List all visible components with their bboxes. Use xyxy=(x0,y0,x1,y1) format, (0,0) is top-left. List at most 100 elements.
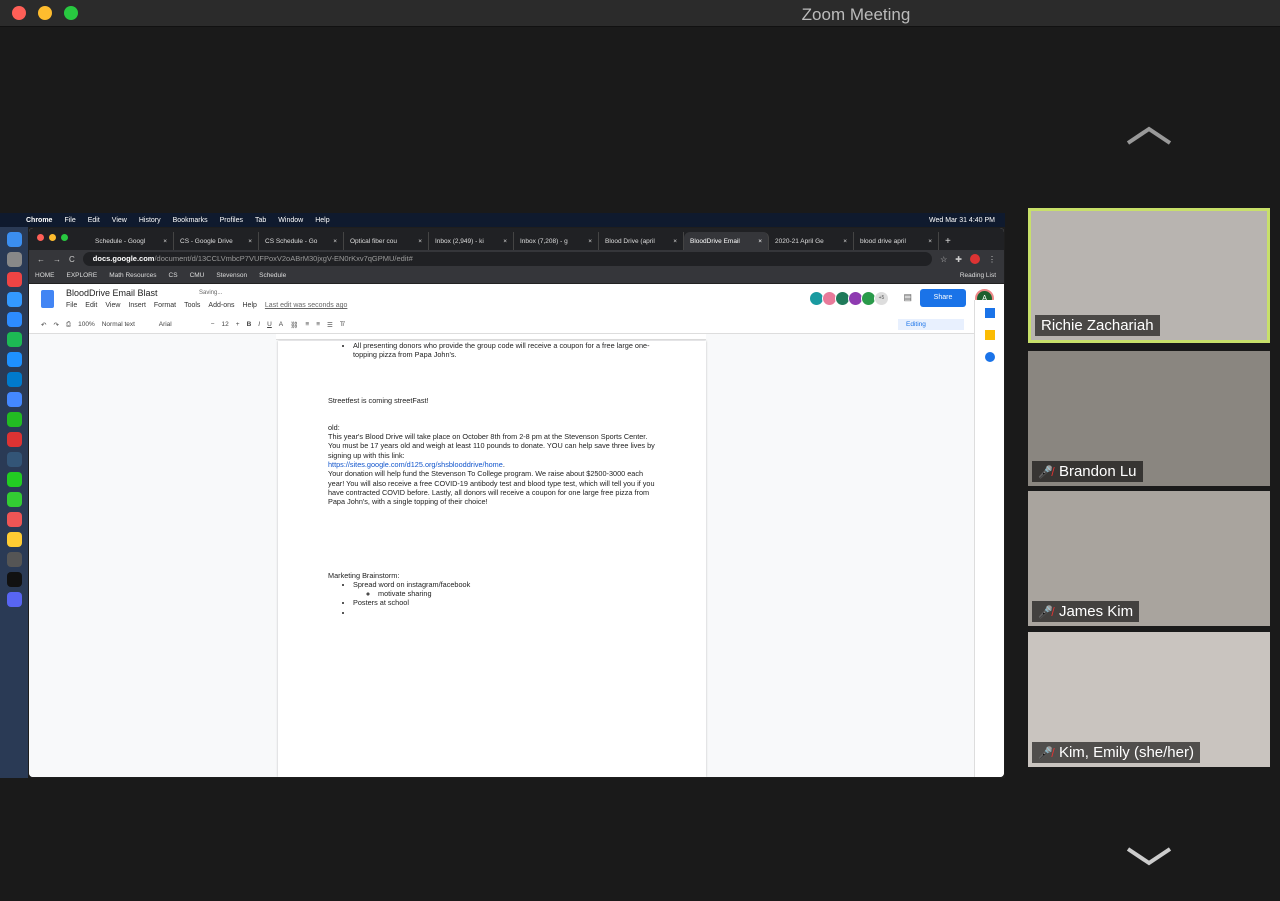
tab[interactable]: blood drive april × xyxy=(854,232,939,250)
docs-menu-addons[interactable]: Add-ons xyxy=(208,302,234,309)
reload-icon[interactable]: C xyxy=(69,255,75,264)
calendar-icon[interactable] xyxy=(984,308,995,318)
launchpad-icon[interactable] xyxy=(6,252,22,267)
align-center-icon[interactable]: ≡ xyxy=(316,321,320,328)
tab[interactable]: Blood Drive (april × xyxy=(599,232,684,250)
style-select[interactable]: Normal text xyxy=(102,321,152,328)
participant-tile[interactable]: 🎤̸ Brandon Lu xyxy=(1028,351,1270,486)
star-icon[interactable]: ☆ xyxy=(940,255,947,264)
close-icon[interactable]: × xyxy=(588,238,592,245)
app-icon[interactable] xyxy=(6,412,22,427)
close-icon[interactable]: × xyxy=(163,238,167,245)
docs-logo-icon[interactable] xyxy=(41,290,54,308)
safari-icon[interactable] xyxy=(6,292,22,307)
bookmark[interactable]: CMU xyxy=(190,272,205,279)
docs-menu-format[interactable]: Format xyxy=(154,302,176,309)
close-icon[interactable]: × xyxy=(418,238,422,245)
tab[interactable]: CS Schedule - Go × xyxy=(259,232,344,250)
participant-tile[interactable]: 🎤̸ Kim, Emily (she/her) xyxy=(1028,632,1270,767)
tab[interactable]: Inbox (7,208) - g × xyxy=(514,232,599,250)
doc-page[interactable]: All presenting donors who provide the gr… xyxy=(278,341,706,777)
menu-view[interactable]: View xyxy=(112,217,127,224)
share-button[interactable]: Share xyxy=(920,289,966,307)
tab[interactable]: 2020-21 April Ge × xyxy=(769,232,854,250)
close-icon[interactable]: × xyxy=(843,238,847,245)
more-icon[interactable]: ⋮ xyxy=(988,255,996,264)
calendar-icon[interactable] xyxy=(6,512,22,527)
chrome-icon[interactable] xyxy=(6,272,22,287)
menu-profiles[interactable]: Profiles xyxy=(220,217,243,224)
doc-title[interactable]: BloodDrive Email Blast xyxy=(66,288,158,298)
clear-format-icon[interactable]: T̸ xyxy=(340,321,344,328)
zoom-select[interactable]: 100% xyxy=(78,321,95,328)
bold-icon[interactable]: B xyxy=(247,321,252,328)
new-tab-button[interactable]: + xyxy=(945,236,951,247)
close-icon[interactable]: × xyxy=(503,238,507,245)
bookmark[interactable]: HOME xyxy=(35,272,55,279)
spotify-icon[interactable] xyxy=(6,332,22,347)
facetime-icon[interactable] xyxy=(6,472,22,487)
bookmark[interactable]: CS xyxy=(169,272,178,279)
underline-icon[interactable]: U xyxy=(267,321,272,328)
align-left-icon[interactable]: ≡ xyxy=(305,321,309,328)
text-color-icon[interactable]: A xyxy=(279,321,283,328)
increase-size-icon[interactable]: + xyxy=(236,321,240,328)
messages-icon[interactable] xyxy=(6,492,22,507)
tasks-icon[interactable] xyxy=(984,352,995,362)
print-icon[interactable]: ⎙ xyxy=(66,321,71,329)
app-icon[interactable] xyxy=(6,452,22,467)
close-icon[interactable]: × xyxy=(758,238,762,245)
ruler[interactable] xyxy=(276,334,706,340)
minimize-button[interactable] xyxy=(49,234,56,241)
app-store-icon[interactable] xyxy=(6,352,22,367)
extensions-icon[interactable]: ✚ xyxy=(955,255,962,264)
url-input[interactable]: docs.google.com/document/d/13CCLVmbcP7VU… xyxy=(82,252,933,266)
app-icon[interactable] xyxy=(6,392,22,407)
bulleted-list-icon[interactable]: ☰ xyxy=(327,321,333,329)
profile-icon[interactable] xyxy=(970,254,980,264)
bookmark[interactable]: Stevenson xyxy=(216,272,247,279)
menu-bookmarks[interactable]: Bookmarks xyxy=(173,217,208,224)
finder-icon[interactable] xyxy=(6,232,22,247)
more-collaborators[interactable]: +5 xyxy=(874,291,889,306)
comments-icon[interactable]: ▤ xyxy=(903,292,912,303)
zoom-icon[interactable] xyxy=(6,312,22,327)
participant-tile[interactable]: Richie Zachariah xyxy=(1028,208,1270,343)
menu-chrome[interactable]: Chrome xyxy=(26,217,52,224)
font-select[interactable]: Arial xyxy=(159,321,204,328)
settings-icon[interactable] xyxy=(6,552,22,567)
keep-icon[interactable] xyxy=(984,330,995,340)
menu-file[interactable]: File xyxy=(64,217,75,224)
italic-icon[interactable]: I xyxy=(258,321,260,328)
docs-menu-edit[interactable]: Edit xyxy=(85,302,97,309)
decrease-size-icon[interactable]: − xyxy=(211,321,215,328)
reading-list[interactable]: Reading List xyxy=(960,272,1004,279)
link-icon[interactable]: ⛓ xyxy=(290,321,298,329)
scroll-down-icon[interactable] xyxy=(1126,846,1172,866)
menu-history[interactable]: History xyxy=(139,217,161,224)
tab[interactable]: Inbox (2,949) - ki × xyxy=(429,232,514,250)
tab[interactable]: Optical fiber cou × xyxy=(344,232,429,250)
notes-icon[interactable] xyxy=(6,532,22,547)
close-icon[interactable]: × xyxy=(248,238,252,245)
menu-window[interactable]: Window xyxy=(278,217,303,224)
terminal-icon[interactable] xyxy=(6,572,22,587)
bookmark[interactable]: EXPLORE xyxy=(67,272,98,279)
close-icon[interactable]: × xyxy=(673,238,677,245)
docs-menu-help[interactable]: Help xyxy=(243,302,257,309)
participant-tile[interactable]: 🎤̸ James Kim xyxy=(1028,491,1270,626)
app-icon[interactable] xyxy=(6,432,22,447)
redo-icon[interactable]: ↷ xyxy=(53,321,58,329)
discord-icon[interactable] xyxy=(6,592,22,607)
bookmark[interactable]: Math Resources xyxy=(109,272,156,279)
bookmark[interactable]: Schedule xyxy=(259,272,286,279)
menu-edit[interactable]: Edit xyxy=(88,217,100,224)
maximize-button[interactable] xyxy=(61,234,68,241)
editing-mode-select[interactable]: Editing xyxy=(898,319,964,330)
tab[interactable]: CS - Google Drive × xyxy=(174,232,259,250)
close-icon[interactable]: × xyxy=(333,238,337,245)
signup-link[interactable]: https://sites.google.com/d125.org/shsblo… xyxy=(328,460,503,469)
font-size-input[interactable]: 12 xyxy=(222,321,229,328)
forward-icon[interactable]: → xyxy=(53,255,61,264)
scroll-up-icon[interactable] xyxy=(1126,126,1172,146)
